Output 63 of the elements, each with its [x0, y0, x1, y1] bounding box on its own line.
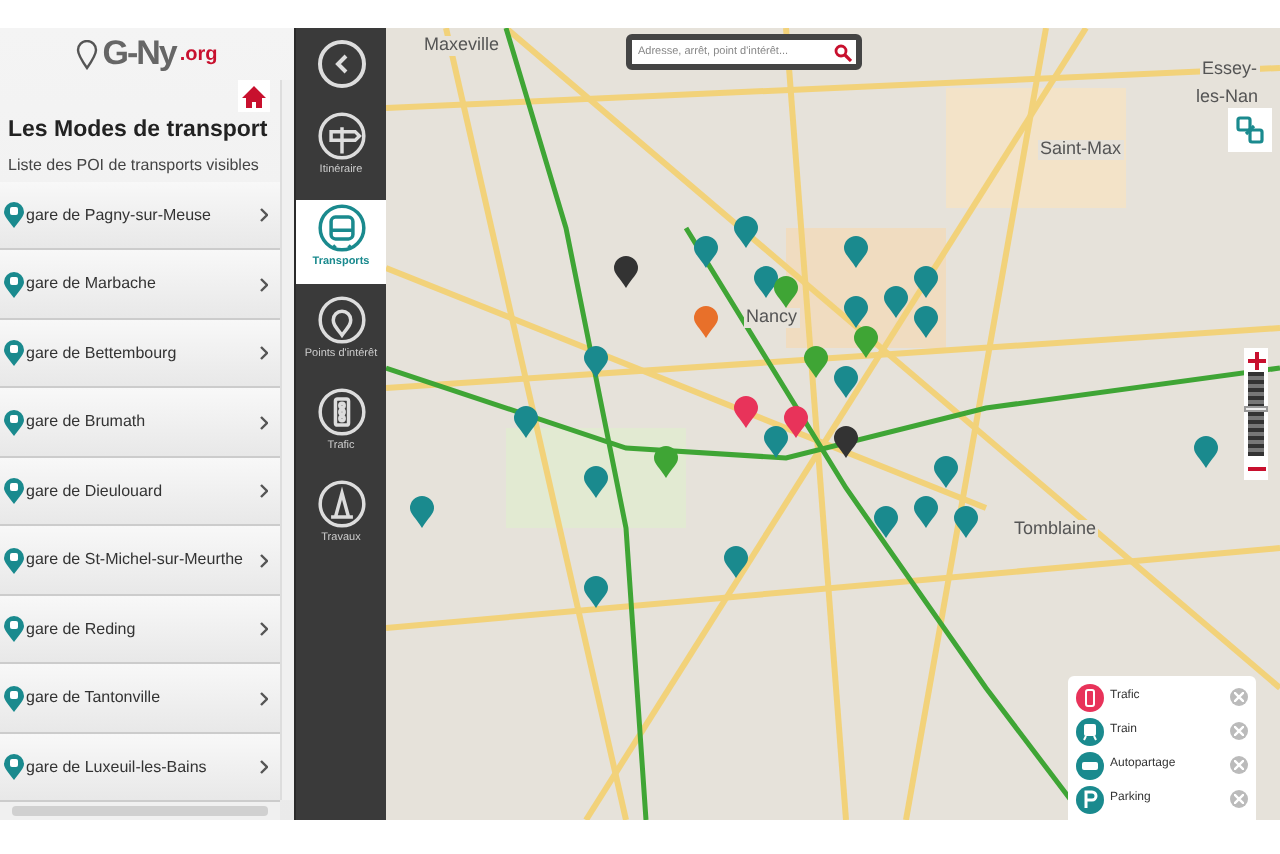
station-pin-icon — [4, 754, 24, 781]
search-icon[interactable] — [834, 43, 852, 61]
station-pin-icon — [4, 202, 24, 229]
station-pin-icon — [4, 685, 24, 712]
station-name: gare de Bettembourg — [26, 341, 179, 366]
station-list-item[interactable]: gare de Bettembourg — [0, 319, 280, 389]
station-pin-icon — [4, 409, 24, 436]
panel-title: Les Modes de transport — [8, 116, 270, 146]
chevron-icon — [260, 691, 268, 706]
station-list-item[interactable]: gare de Marbache — [0, 250, 280, 320]
station-pin-icon — [4, 478, 24, 505]
station-name: gare de St-Michel-sur-Meurthe — [26, 548, 245, 573]
vertical-scrollbar[interactable] — [280, 80, 294, 800]
place-label: Essey- — [1200, 60, 1260, 80]
station-list-item[interactable]: gare de Brumath — [0, 388, 280, 458]
station-list-item[interactable]: gare de Tantonville — [0, 664, 280, 734]
place-label: Nancy — [744, 308, 800, 328]
chevron-icon — [260, 760, 268, 775]
station-pin-icon — [4, 340, 24, 367]
chevron-left-icon — [333, 54, 349, 74]
place-label: Saint-Max — [1038, 140, 1124, 160]
station-name: gare de Tantonville — [26, 686, 163, 711]
station-list-item[interactable]: gare de Dieulouard — [0, 457, 280, 527]
panel-subtitle: Liste des POI de transports visibles — [8, 153, 261, 178]
chevron-icon — [260, 553, 268, 568]
zoom-in-button[interactable] — [1244, 348, 1268, 372]
traffic-cone-icon — [317, 480, 365, 528]
station-name: gare de Dieulouard — [26, 479, 165, 504]
station-list-item[interactable]: gare de Reding — [0, 595, 280, 665]
chevron-icon — [260, 484, 268, 499]
map-drawing[interactable] — [386, 28, 1280, 820]
chevron-icon — [260, 622, 268, 637]
logo-text: G-Ny — [102, 32, 176, 77]
signpost-icon — [317, 112, 365, 160]
chevron-icon — [260, 277, 268, 292]
station-name: gare de Luxeuil-les-Bains — [26, 755, 209, 780]
station-pin-icon — [4, 616, 24, 643]
map-pin-icon — [76, 39, 99, 69]
station-name: gare de Brumath — [26, 410, 148, 435]
station-list-item[interactable]: gare de St-Michel-sur-Meurthe — [0, 526, 280, 596]
back-button[interactable] — [317, 40, 365, 88]
map-pin-icon — [317, 296, 365, 344]
station-list-item[interactable]: gare de Luxeuil-les-Bains — [0, 733, 280, 802]
chevron-icon — [260, 346, 268, 361]
traffic-light-icon — [317, 388, 365, 436]
station-name: gare de Reding — [26, 617, 138, 642]
home-button[interactable] — [238, 80, 270, 112]
tram-icon — [317, 204, 365, 252]
station-pin-icon — [4, 547, 24, 574]
layers-button[interactable] — [1228, 108, 1272, 152]
chevron-icon — [260, 208, 268, 223]
place-label: Tomblaine — [1012, 520, 1099, 540]
plus-icon — [1247, 352, 1265, 371]
station-pin-icon — [4, 271, 24, 298]
place-label: les-Nan — [1194, 88, 1261, 108]
logo-domain: .org — [179, 41, 218, 69]
station-name: gare de Marbache — [26, 272, 158, 297]
station-list-item[interactable]: gare de Pagny-sur-Meuse — [0, 181, 280, 251]
horizontal-scrollbar[interactable] — [0, 802, 280, 820]
station-name: gare de Pagny-sur-Meuse — [26, 203, 213, 228]
place-label: Maxeville — [422, 36, 502, 56]
chevron-icon — [260, 415, 268, 430]
zoom-slider-thumb[interactable] — [1244, 406, 1268, 413]
